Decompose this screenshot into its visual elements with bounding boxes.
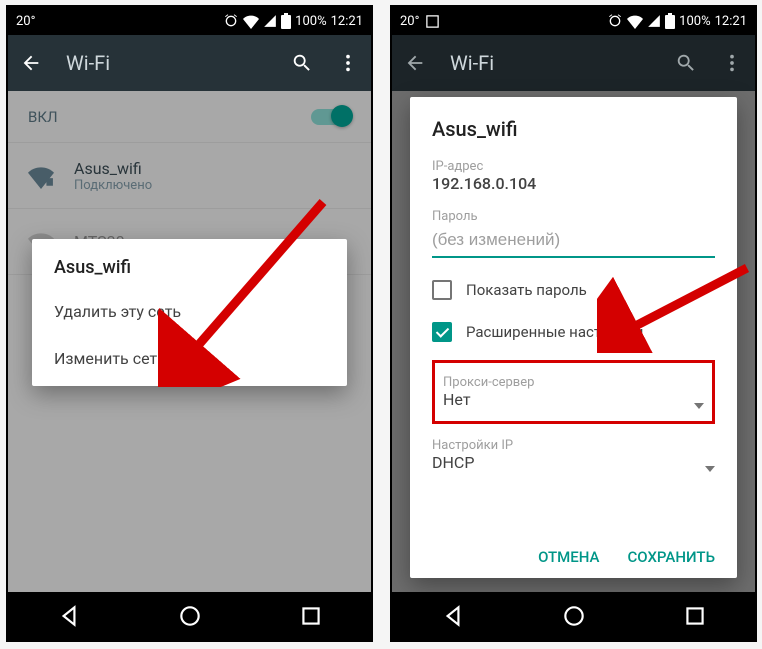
- network-context-menu: Asus_wifi Удалить эту сеть Изменить сеть: [32, 239, 347, 386]
- status-temperature: 20°: [16, 14, 35, 29]
- chevron-down-icon: [694, 403, 704, 409]
- nav-bar: [8, 592, 371, 640]
- signal-icon: [263, 14, 277, 28]
- status-battery-pct: 100%: [679, 14, 710, 29]
- nav-bar: [392, 592, 755, 640]
- proxy-highlight-box: Прокси-сервер Нет: [432, 360, 715, 424]
- proxy-dropdown[interactable]: Прокси-сервер Нет: [443, 375, 704, 413]
- ip-settings-dropdown[interactable]: Настройки IP DHCP: [432, 438, 715, 476]
- status-bar: 20° 100% 12:21: [8, 7, 371, 35]
- ip-address-label: IP-адрес: [432, 159, 715, 174]
- page-title: Wi-Fi: [450, 51, 651, 75]
- forget-network-item[interactable]: Удалить эту сеть: [32, 288, 347, 335]
- password-input[interactable]: [432, 224, 715, 258]
- signal-icon: [647, 14, 661, 28]
- modify-network-item[interactable]: Изменить сеть: [32, 335, 347, 382]
- advanced-label: Расширенные настройки: [466, 323, 643, 341]
- alarm-icon: [223, 13, 239, 29]
- screenshot-icon: [425, 14, 440, 29]
- app-bar: Wi-Fi: [392, 35, 755, 91]
- wifi-status-icon: [243, 13, 259, 29]
- chevron-down-icon: [705, 466, 715, 472]
- more-icon[interactable]: [337, 52, 359, 74]
- advanced-checkbox[interactable]: [432, 322, 452, 342]
- ip-settings-value: DHCP: [432, 453, 513, 472]
- nav-recent-icon[interactable]: [298, 603, 324, 629]
- save-button[interactable]: СОХРАНИТЬ: [628, 548, 716, 566]
- show-password-label: Показать пароль: [466, 281, 587, 299]
- status-time: 12:21: [331, 14, 363, 29]
- nav-back-icon[interactable]: [440, 603, 466, 629]
- ip-address-value: 192.168.0.104: [432, 174, 715, 193]
- back-icon[interactable]: [20, 52, 42, 74]
- context-menu-title: Asus_wifi: [32, 257, 347, 288]
- alarm-icon: [607, 13, 623, 29]
- show-password-row[interactable]: Показать пароль: [432, 280, 715, 300]
- wifi-status-icon: [627, 13, 643, 29]
- advanced-row[interactable]: Расширенные настройки: [432, 322, 715, 342]
- proxy-value: Нет: [443, 390, 534, 409]
- network-config-dialog: Asus_wifi IP-адрес 192.168.0.104 Пароль …: [410, 97, 737, 578]
- proxy-label: Прокси-сервер: [443, 375, 534, 390]
- nav-back-icon[interactable]: [56, 603, 82, 629]
- cancel-button[interactable]: ОТМЕНА: [538, 548, 599, 566]
- battery-icon: [665, 13, 675, 29]
- page-title: Wi-Fi: [66, 51, 267, 75]
- show-password-checkbox[interactable]: [432, 280, 452, 300]
- nav-home-icon[interactable]: [177, 603, 203, 629]
- search-icon[interactable]: [675, 52, 697, 74]
- app-bar: Wi-Fi: [8, 35, 371, 91]
- status-time: 12:21: [715, 14, 747, 29]
- phone-screenshot-right: 20° 100% 12:21 Wi-Fi Asus_wifi IP-адрес …: [390, 5, 757, 642]
- dialog-actions: ОТМЕНА СОХРАНИТЬ: [432, 534, 715, 566]
- more-icon[interactable]: [721, 52, 743, 74]
- status-battery-pct: 100%: [295, 14, 326, 29]
- status-bar: 20° 100% 12:21: [392, 7, 755, 35]
- status-temperature: 20°: [400, 14, 419, 29]
- battery-icon: [281, 13, 291, 29]
- phone-screenshot-left: 20° 100% 12:21 Wi-Fi ВКЛ Asus_wifi Подкл…: [6, 5, 373, 642]
- ip-settings-label: Настройки IP: [432, 438, 513, 453]
- nav-home-icon[interactable]: [561, 603, 587, 629]
- password-label: Пароль: [432, 209, 715, 224]
- config-title: Asus_wifi: [432, 117, 715, 141]
- nav-recent-icon[interactable]: [682, 603, 708, 629]
- search-icon[interactable]: [291, 52, 313, 74]
- back-icon[interactable]: [404, 52, 426, 74]
